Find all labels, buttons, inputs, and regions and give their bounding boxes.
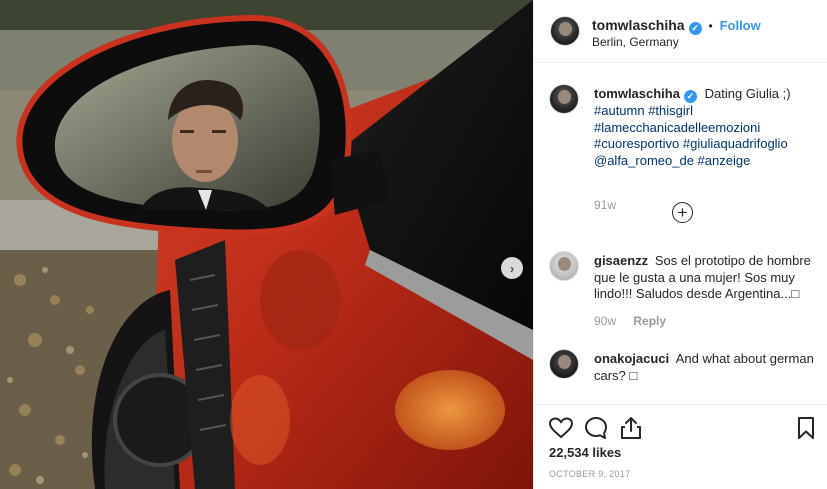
comment-text: cars? bbox=[594, 367, 626, 383]
separator-dot: • bbox=[708, 19, 713, 33]
emoji-glyph: □ bbox=[629, 367, 638, 383]
bookmark-icon[interactable] bbox=[797, 416, 815, 440]
comment-username[interactable]: onakojacuci bbox=[594, 351, 669, 366]
share-icon[interactable] bbox=[620, 416, 642, 440]
hashtag-line[interactable]: @alfa_romeo_de #anzeige bbox=[594, 153, 824, 170]
comment-username[interactable]: gisaenzz bbox=[594, 253, 648, 268]
verified-badge-icon: ✓ bbox=[683, 90, 697, 103]
avatar[interactable] bbox=[549, 84, 579, 114]
photo-illustration bbox=[0, 0, 533, 489]
verified-badge-icon: ✓ bbox=[688, 22, 702, 35]
location-link[interactable]: Berlin, Germany bbox=[592, 35, 679, 49]
comment-time[interactable]: 90w bbox=[594, 314, 616, 328]
post-actions: 22,534 likes OCTOBER 9, 2017 bbox=[534, 404, 827, 489]
header-username[interactable]: tomwlaschiha bbox=[592, 17, 685, 33]
reply-button[interactable]: Reply bbox=[633, 314, 666, 328]
load-more-comments-button[interactable]: + bbox=[672, 202, 693, 223]
hashtag-line[interactable]: #cuoresportivo #giuliaquadrifoglio bbox=[594, 136, 824, 153]
avatar[interactable] bbox=[549, 349, 579, 379]
heart-icon[interactable] bbox=[549, 417, 573, 439]
comment-text: Sos el prototipo de hombre bbox=[654, 253, 811, 268]
instagram-post: › tomwlaschiha ✓ • Follow Berlin, Germany… bbox=[0, 0, 827, 489]
comment-text: que le gusta a una mujer! Sos muy bbox=[594, 269, 795, 285]
next-photo-button[interactable]: › bbox=[501, 257, 523, 279]
caption-text: Dating Giulia ;) bbox=[704, 86, 791, 101]
comment-icon[interactable] bbox=[584, 416, 608, 440]
post-date[interactable]: OCTOBER 9, 2017 bbox=[549, 469, 630, 479]
avatar[interactable] bbox=[549, 251, 579, 281]
comment-text: And what about german bbox=[675, 351, 814, 366]
post-side-panel: tomwlaschiha ✓ • Follow Berlin, Germany t… bbox=[533, 0, 827, 489]
follow-button[interactable]: Follow bbox=[720, 18, 761, 33]
post-photo[interactable]: › bbox=[0, 0, 533, 489]
hashtag-line[interactable]: #lamecchanicadelleemozioni bbox=[594, 120, 824, 137]
caption-time[interactable]: 91w bbox=[594, 198, 616, 212]
plus-circle-icon: + bbox=[677, 202, 688, 222]
emoji-glyph: □ bbox=[791, 286, 800, 301]
comment-text: lindo!!! Saludos desde Argentina... bbox=[594, 286, 792, 301]
likes-count[interactable]: 22,534 likes bbox=[549, 445, 621, 460]
hashtag-line[interactable]: #autumn #thisgirl bbox=[594, 103, 824, 120]
comments-section[interactable]: tomwlaschiha ✓ Dating Giulia ;) #autumn #… bbox=[534, 64, 827, 404]
post-header: tomwlaschiha ✓ • Follow Berlin, Germany bbox=[534, 0, 827, 63]
avatar[interactable] bbox=[550, 16, 580, 46]
chevron-right-icon: › bbox=[509, 260, 515, 276]
caption-username[interactable]: tomwlaschiha bbox=[594, 86, 680, 101]
